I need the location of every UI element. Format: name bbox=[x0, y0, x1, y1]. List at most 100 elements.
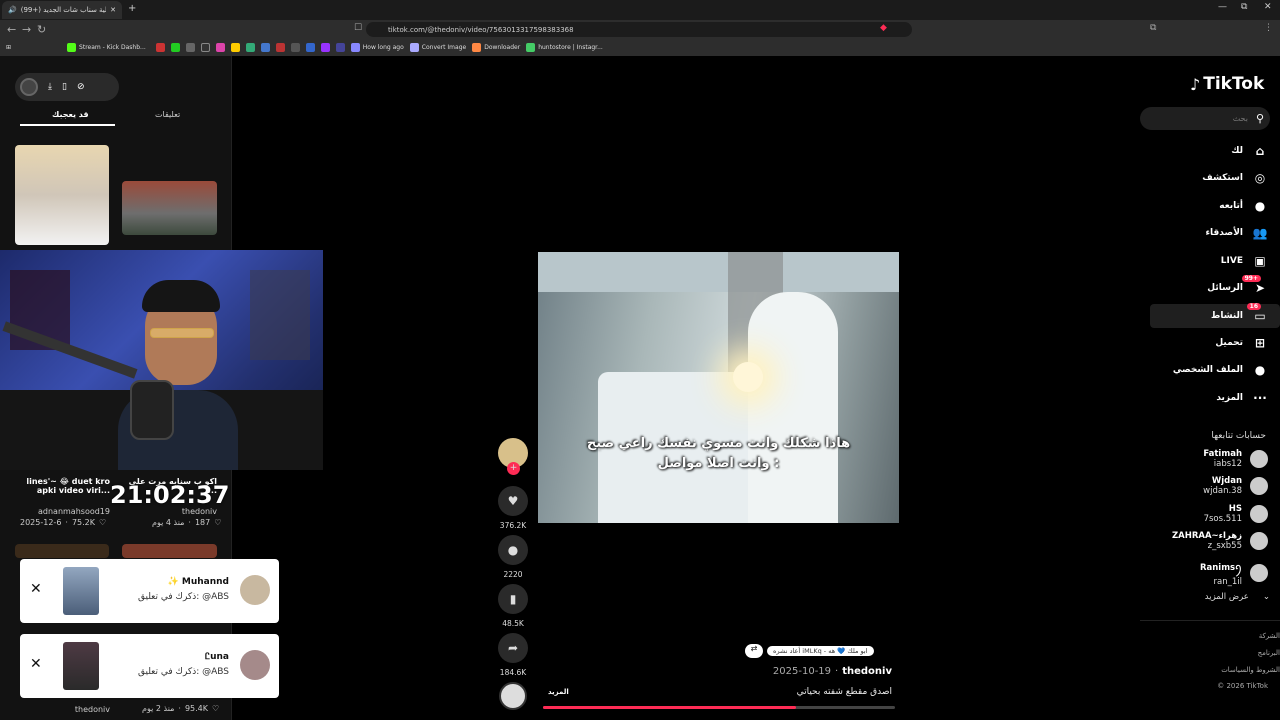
bookmark-icon[interactable] bbox=[305, 43, 315, 52]
extensions-icon[interactable]: ⧉ bbox=[1150, 23, 1156, 33]
bookmark-item[interactable]: How long ago bbox=[350, 43, 404, 52]
video-thumbnail[interactable] bbox=[63, 642, 99, 690]
bookmark-item[interactable]: huntostore | Instagr... bbox=[526, 43, 603, 52]
heart-icon[interactable]: ♥ bbox=[498, 486, 528, 516]
following-account[interactable]: HS 7sos.511 bbox=[1204, 504, 1268, 524]
restore-button[interactable]: ⧉ bbox=[1241, 2, 1247, 12]
footer-link[interactable]: الشروط والسياسات bbox=[1221, 666, 1280, 674]
browser-tab[interactable]: 🔊 (99+) إشكالية سناب شات الجديد... ✕ bbox=[2, 1, 122, 19]
close-icon[interactable]: ✕ bbox=[30, 656, 42, 672]
nav-item-activity[interactable]: النشاط ▭ 16 bbox=[1150, 303, 1280, 328]
footer-link[interactable]: البرنامج bbox=[1258, 649, 1280, 657]
bookmark-icon[interactable] bbox=[335, 43, 345, 52]
snapchat-icon[interactable] bbox=[230, 43, 240, 52]
save-action[interactable]: ▮ 48.5K bbox=[498, 584, 528, 628]
bookmark-item[interactable]: Downloader bbox=[472, 43, 520, 52]
url-field[interactable]: tiktok.com/@thedoniv/video/7563013317598… bbox=[366, 22, 912, 37]
tiktok-logo[interactable]: ♪ TikTok bbox=[1190, 74, 1264, 94]
close-icon[interactable]: ✕ bbox=[30, 581, 42, 597]
see-more-button[interactable]: عرض المزيد ⌄ bbox=[1205, 592, 1270, 602]
video-thumbnail[interactable] bbox=[122, 544, 217, 558]
nav-item-live[interactable]: LIVE ▣ bbox=[1221, 254, 1267, 268]
nav-item-friends[interactable]: الأصدقاء 👥 bbox=[1205, 226, 1267, 240]
video-thumbnail[interactable] bbox=[15, 544, 109, 558]
nav-item-following[interactable]: أتابعه ● bbox=[1219, 199, 1267, 213]
avatar[interactable] bbox=[240, 650, 270, 680]
avatar[interactable] bbox=[1250, 505, 1268, 523]
repost-icon[interactable]: ⇄ bbox=[745, 644, 763, 658]
avatar[interactable] bbox=[20, 78, 38, 96]
video-subtitle: وانت اصلا مواصل : bbox=[657, 456, 780, 471]
instagram-icon[interactable] bbox=[215, 43, 225, 52]
like-action[interactable]: ♥ 376.2K bbox=[498, 486, 528, 530]
nav-item-upload[interactable]: تحميل ⊞ bbox=[1215, 336, 1267, 350]
apps-icon[interactable]: ⊞ bbox=[6, 44, 11, 51]
video-thumbnail[interactable] bbox=[15, 145, 109, 245]
close-window-button[interactable]: ✕ bbox=[1264, 2, 1272, 12]
nav-item-profile[interactable]: الملف الشخصي ● bbox=[1173, 363, 1267, 377]
bookmark-icon[interactable]: ☐ bbox=[354, 23, 362, 33]
repost-text[interactable]: أعاد نشره iMLKq - ابو ملك 💙 هه bbox=[767, 646, 874, 656]
share-icon[interactable]: ⊘ bbox=[77, 82, 85, 92]
avatar[interactable] bbox=[1250, 564, 1268, 582]
bookmark-icon[interactable] bbox=[260, 43, 270, 52]
share-action[interactable]: ➦ 184.6K bbox=[498, 633, 528, 677]
reload-icon[interactable]: ↻ bbox=[37, 23, 46, 36]
comment-action[interactable]: ● 2220 bbox=[498, 535, 528, 579]
nav-item-compass[interactable]: استكشف ◎ bbox=[1202, 171, 1267, 185]
download-icon[interactable]: ⤓ bbox=[48, 82, 52, 92]
bookmark-icon[interactable] bbox=[275, 43, 285, 52]
search-icon[interactable]: ⚲ bbox=[1256, 112, 1264, 125]
avatar[interactable] bbox=[1250, 532, 1268, 550]
forward-icon[interactable]: → bbox=[22, 23, 31, 36]
search-input[interactable]: بحث ⚲ bbox=[1140, 107, 1270, 130]
notification-toast[interactable]: ✕ ✨ Muhannd ذكرك في تعليق: @ABS bbox=[20, 559, 279, 623]
card-caption[interactable]: lines'~ 😂 duet kro apki video viri... bbox=[18, 477, 110, 495]
minimize-button[interactable]: — bbox=[1218, 2, 1227, 12]
bookmark-icon[interactable] bbox=[290, 43, 300, 52]
bookmark-icon[interactable] bbox=[320, 43, 330, 52]
card-author[interactable]: thedoniv bbox=[18, 705, 110, 714]
follow-plus-icon[interactable]: + bbox=[507, 462, 520, 475]
new-tab-button[interactable]: + bbox=[128, 3, 136, 14]
video-progress-track[interactable] bbox=[543, 706, 895, 709]
card-author[interactable]: adnanmahsood19 bbox=[18, 507, 110, 516]
avatar[interactable] bbox=[1250, 477, 1268, 495]
nav-item-home[interactable]: لك ⌂ bbox=[1231, 144, 1267, 158]
bookmark-icon[interactable] bbox=[245, 43, 255, 52]
video-thumbnail[interactable] bbox=[122, 181, 217, 235]
following-account[interactable]: Wjdan wjdan.38 bbox=[1203, 476, 1268, 496]
audio-icon[interactable]: 🔊 bbox=[8, 6, 17, 14]
tab-close-icon[interactable]: ✕ bbox=[110, 6, 116, 14]
tab-you-may-like[interactable]: قد يعجبك bbox=[52, 110, 89, 119]
extension-icon[interactable]: ◆ bbox=[880, 23, 887, 33]
avatar[interactable] bbox=[240, 575, 270, 605]
comment-icon[interactable]: ● bbox=[498, 535, 528, 565]
following-account[interactable]: Fatimah iabs12 bbox=[1203, 449, 1268, 469]
following-account[interactable]: ZAHRAA~زهراء z_sxb55 bbox=[1172, 531, 1268, 551]
share-icon[interactable]: ➦ bbox=[498, 633, 528, 663]
avatar[interactable] bbox=[1250, 450, 1268, 468]
footer-link[interactable]: الشركة bbox=[1259, 632, 1280, 640]
x-icon[interactable] bbox=[185, 43, 195, 52]
whatsapp-icon[interactable] bbox=[170, 43, 180, 52]
more-link[interactable]: المزيد bbox=[548, 688, 569, 696]
phone-icon[interactable]: ▯ bbox=[62, 82, 67, 92]
author-avatar-action[interactable]: + bbox=[498, 438, 528, 475]
video-thumbnail[interactable] bbox=[63, 567, 99, 615]
bookmark-icon[interactable]: ▮ bbox=[498, 584, 528, 614]
bookmark-item[interactable]: Convert Image bbox=[409, 43, 466, 52]
tab-comments[interactable]: تعليقات bbox=[155, 110, 180, 119]
following-account[interactable]: Ranimsꪆ ran_1il bbox=[1200, 559, 1268, 587]
notification-toast[interactable]: ✕ Ꮭuna ذكرك في تعليق: @ABS bbox=[20, 634, 279, 698]
bookmark-item[interactable]: Stream - Kick Dashb... bbox=[67, 43, 146, 52]
nav-item-messages[interactable]: الرسائل ➤ 99+ bbox=[1207, 275, 1267, 295]
video-author[interactable]: thedoniv bbox=[842, 666, 892, 677]
youtube-icon[interactable] bbox=[155, 43, 165, 52]
nav-item-more[interactable]: المزيد ··· bbox=[1216, 391, 1267, 405]
tiktok-icon[interactable] bbox=[200, 43, 210, 52]
menu-icon[interactable]: ⋮ bbox=[1264, 23, 1273, 33]
music-disc-icon[interactable] bbox=[499, 682, 527, 710]
video-player[interactable]: هاذا شكلك وانت مسوي نفسك راعي صبح وانت ا… bbox=[538, 252, 899, 523]
back-icon[interactable]: ← bbox=[7, 23, 16, 36]
